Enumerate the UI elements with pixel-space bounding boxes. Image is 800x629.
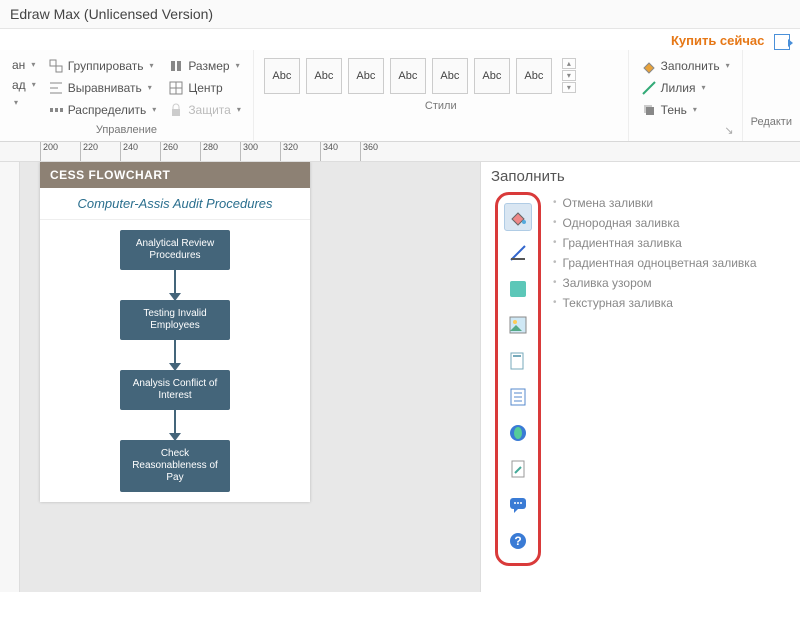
group-icon (48, 58, 64, 74)
connector-arrow (169, 433, 181, 441)
connector-arrow (169, 293, 181, 301)
size-icon (168, 58, 184, 74)
flowchart-node[interactable]: Testing Invalid Employees (120, 300, 230, 340)
shadow-icon (641, 102, 657, 118)
title-bar: Edraw Max (Unlicensed Version) (0, 0, 800, 29)
shape-tool[interactable] (504, 275, 532, 303)
list-tool[interactable] (504, 383, 532, 411)
fill-tool[interactable] (504, 203, 532, 231)
line-tool[interactable] (504, 239, 532, 267)
flowchart-subtitle: Computer-Assis Audit Procedures (40, 188, 310, 220)
style-preset[interactable]: Abc (306, 58, 342, 94)
ribbon-group-fill: Заполнить▾ Лилия▾ Тень▾ ↘ (629, 50, 743, 141)
connector-arrow (169, 363, 181, 371)
styles-label: Стили (262, 96, 620, 114)
flowchart-title: CESS FLOWCHART (40, 162, 310, 188)
ribbon-group-styles: Abc Abc Abc Abc Abc Abc Abc ▴ ▾ ▾ Стили (254, 50, 629, 141)
svg-text:?: ? (514, 534, 521, 548)
edit-label: Редакти (751, 112, 792, 130)
share-icon[interactable] (774, 34, 790, 50)
align-button[interactable]: Выравнивать▾ (44, 78, 161, 98)
line-icon (641, 80, 657, 96)
group-button[interactable]: Группировать▾ (44, 56, 161, 76)
line-button[interactable]: Лилия▾ (637, 78, 734, 98)
canvas[interactable]: CESS FLOWCHART Computer-Assis Audit Proc… (0, 162, 480, 592)
connector-line (174, 270, 176, 294)
horizontal-ruler: 200 220 240 260 280 300 320 340 360 (0, 142, 800, 162)
workspace: CESS FLOWCHART Computer-Assis Audit Proc… (0, 162, 800, 592)
fill-button[interactable]: Заполнить▾ (637, 56, 734, 76)
tool-strip-highlighted: ? (495, 192, 541, 566)
ribbon-group-edit: Редакти (743, 50, 800, 141)
buy-row: Купить сейчас (0, 29, 800, 50)
styles-more[interactable]: ▾ (562, 82, 576, 93)
style-preset[interactable]: Abc (264, 58, 300, 94)
style-preset[interactable]: Abc (474, 58, 510, 94)
size-button[interactable]: Размер▾ (164, 56, 245, 76)
distribute-icon (48, 102, 64, 118)
styles-grid: Abc Abc Abc Abc Abc Abc Abc ▴ ▾ ▾ (262, 56, 578, 96)
comment-tool[interactable] (504, 491, 532, 519)
ribbon: ан▾ ад▾ ▾ Группировать▾ Выравнивать▾ Рас… (0, 50, 800, 142)
fill-option-texture[interactable]: Текстурная заливка (553, 296, 757, 310)
help-tool[interactable]: ? (504, 527, 532, 555)
app-title: Edraw Max (Unlicensed Version) (10, 6, 213, 22)
fill-option-none[interactable]: Отмена заливки (553, 196, 757, 210)
center-icon (168, 80, 184, 96)
shadow-button[interactable]: Тень▾ (637, 100, 734, 120)
style-preset[interactable]: Abc (390, 58, 426, 94)
sidebar-title: Заполнить (481, 162, 800, 191)
connector-line (174, 340, 176, 364)
flowchart-node[interactable]: Check Reasonableness of Pay (120, 440, 230, 492)
vertical-ruler (0, 162, 20, 592)
style-preset[interactable]: Abc (516, 58, 552, 94)
sidebar: Заполнить ? Отмена заливки Однородная за… (480, 162, 800, 592)
styles-up[interactable]: ▴ (562, 58, 576, 69)
bucket-icon (641, 58, 657, 74)
flowchart-node[interactable]: Analysis Conflict of Interest (120, 370, 230, 410)
connector-line (174, 410, 176, 434)
style-preset[interactable]: Abc (432, 58, 468, 94)
fill-options-list: Отмена заливки Однородная заливка Градие… (553, 196, 757, 310)
fill-option-solid[interactable]: Однородная заливка (553, 216, 757, 230)
manage-label: Управление (8, 120, 245, 138)
fill-option-pattern[interactable]: Заливка узором (553, 276, 757, 290)
back-button[interactable]: ад▾ (8, 76, 40, 94)
buy-link[interactable]: Купить сейчас (671, 33, 764, 48)
ribbon-group-manage: ан▾ ад▾ ▾ Группировать▾ Выравнивать▾ Рас… (0, 50, 254, 141)
plan-button[interactable]: ан▾ (8, 56, 40, 74)
image-tool[interactable] (504, 311, 532, 339)
style-preset[interactable]: Abc (348, 58, 384, 94)
globe-tool[interactable] (504, 419, 532, 447)
down-button[interactable]: ▾ (8, 96, 40, 109)
protect-button[interactable]: Защита▾ (164, 100, 245, 120)
center-button[interactable]: Центр (164, 78, 245, 98)
distribute-button[interactable]: Распределить▾ (44, 100, 161, 120)
flowchart-node[interactable]: Analytical Review Procedures (120, 230, 230, 270)
flowchart-document[interactable]: CESS FLOWCHART Computer-Assis Audit Proc… (40, 162, 310, 502)
fill-expand[interactable]: ↘ (637, 120, 734, 139)
fill-option-gradient[interactable]: Градиентная заливка (553, 236, 757, 250)
page-tool[interactable] (504, 347, 532, 375)
align-icon (48, 80, 64, 96)
fill-option-gradient-mono[interactable]: Градиентная одноцветная заливка (553, 256, 757, 270)
lock-icon (168, 102, 184, 118)
styles-down[interactable]: ▾ (562, 70, 576, 81)
document-tool[interactable] (504, 455, 532, 483)
